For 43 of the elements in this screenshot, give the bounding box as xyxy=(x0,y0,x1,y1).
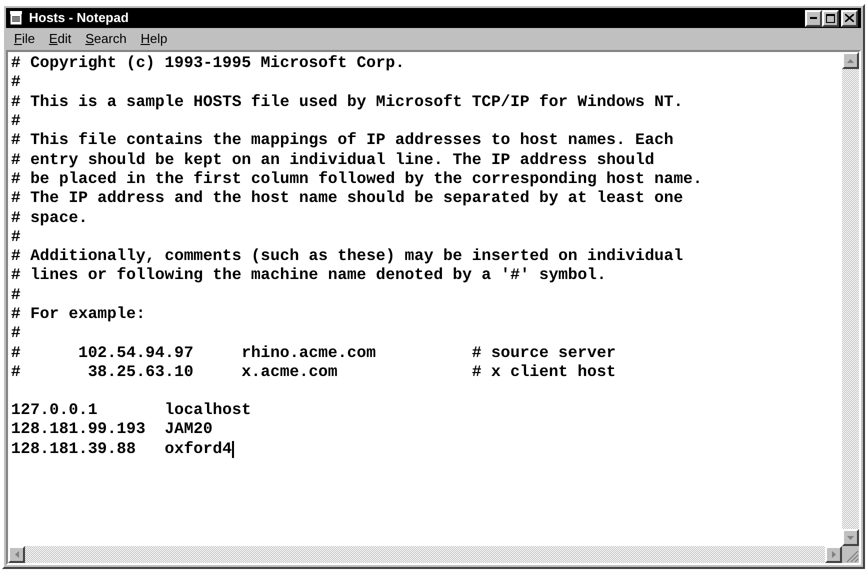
text-line: # 102.54.94.97 rhino.acme.com # source server xyxy=(11,344,616,363)
maximize-icon xyxy=(826,14,835,22)
close-button[interactable] xyxy=(841,10,858,26)
text-line: # xyxy=(11,228,21,247)
menu-item[interactable]: Edit xyxy=(48,29,72,49)
text-line: # xyxy=(11,73,21,92)
text-line: # The IP address and the host name should be separated by at least one xyxy=(11,189,684,208)
text-line: # space. xyxy=(11,208,88,228)
menu-item[interactable]: Help xyxy=(140,29,168,49)
notepad-icon xyxy=(9,10,23,26)
text-line: # xyxy=(11,112,21,132)
menu-item[interactable]: Search xyxy=(85,29,127,49)
scroll-up-button[interactable] xyxy=(842,52,859,69)
text-line: 128.181.99.193 JAM20 xyxy=(11,420,213,440)
text-line: # xyxy=(11,286,21,305)
horizontal-scrollbar[interactable] xyxy=(8,546,842,563)
text-line: # entry should be kept on an individual line. The IP address should xyxy=(11,150,654,170)
text-line: # xyxy=(11,324,21,344)
scroll-right-button[interactable] xyxy=(825,546,842,563)
scroll-down-button[interactable] xyxy=(842,529,859,546)
text-line: # 38.25.63.10 x.acme.com # x client host xyxy=(11,362,616,382)
text-line: # be placed in the first column followed by the corresponding host name. xyxy=(11,170,702,189)
left-arrow-icon xyxy=(14,551,18,558)
down-arrow-icon xyxy=(847,536,854,540)
minimize-icon xyxy=(810,16,817,20)
minimize-button[interactable] xyxy=(805,10,822,26)
scroll-left-button[interactable] xyxy=(8,546,25,563)
vertical-scrollbar[interactable] xyxy=(842,52,859,546)
text-line: # This is a sample HOSTS file used by Microsoft TCP/IP for Windows NT. xyxy=(11,92,684,112)
text-line: # Additionally, comments (such as these) may be inserted on individual xyxy=(11,247,684,266)
text-line: # lines or following the machine name denoted by a '#' symbol. xyxy=(11,266,606,286)
text-line: # For example: xyxy=(11,305,146,324)
text-line: # Copyright (c) 1993-1995 Microsoft Corp. xyxy=(11,54,405,74)
menu-item[interactable]: File xyxy=(14,29,35,49)
close-icon xyxy=(845,14,854,22)
window-title: Hosts - Notepad xyxy=(29,9,129,28)
resize-grip-icon[interactable] xyxy=(842,546,859,563)
right-arrow-icon xyxy=(832,551,836,558)
text-line: # This file contains the mappings of IP addresses to host names. Each xyxy=(11,131,674,150)
text-line: 127.0.0.1 localhost xyxy=(11,401,252,420)
up-arrow-icon xyxy=(847,58,854,62)
text-line: 128.181.39.88 oxford4 xyxy=(11,440,232,459)
maximize-button[interactable] xyxy=(822,10,839,26)
